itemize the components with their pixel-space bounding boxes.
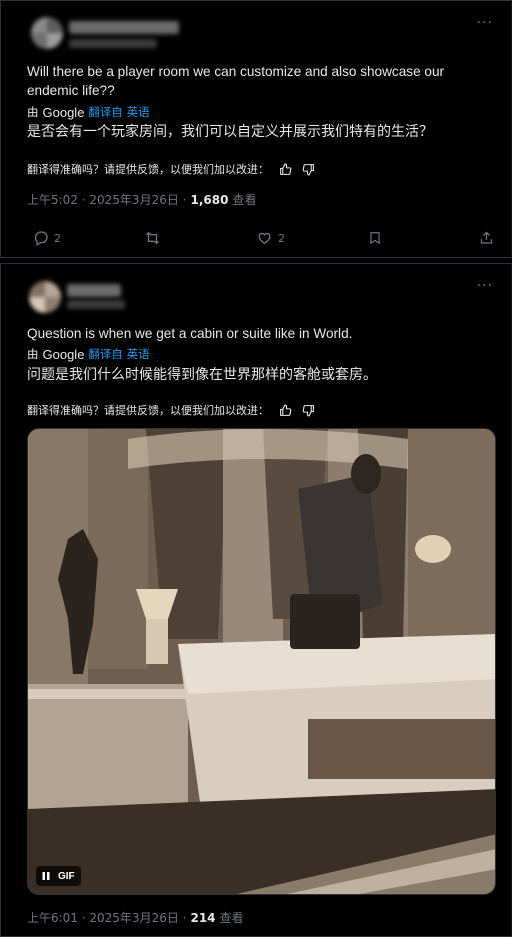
google-logo: Google (42, 346, 85, 362)
author-handle[interactable] (67, 300, 125, 309)
views-count: 1,680 (190, 192, 229, 207)
repost-icon (146, 231, 159, 245)
translated-from-link[interactable]: 翻译自 英语 (88, 346, 149, 362)
translated-from-link[interactable]: 翻译自 英语 (88, 104, 149, 120)
reply-icon (34, 231, 48, 246)
more-options-icon[interactable]: ··· (477, 278, 493, 294)
thumbs-up-icon[interactable] (279, 163, 292, 176)
bookmark-icon (370, 232, 380, 245)
gif-badge[interactable]: GIF (36, 866, 81, 886)
google-logo: Google (42, 104, 85, 120)
author-handle[interactable] (69, 39, 157, 48)
tweet-text: Question is when we get a cabin or suite… (27, 326, 353, 341)
translation-feedback: 翻译得准确吗？请提供反馈，以便我们加以改进： (27, 161, 315, 177)
gif-label: GIF (58, 870, 75, 882)
tweet-post-1[interactable]: ··· Will there be a player room we can c… (0, 0, 512, 258)
translated-by-label: 由 (27, 347, 39, 361)
heart-icon (258, 232, 271, 245)
thumbs-up-icon[interactable] (279, 404, 292, 417)
share-button[interactable] (479, 230, 494, 246)
thumbs-down-icon[interactable] (302, 163, 315, 176)
tweet-meta: 上午5:02 · 2025年3月26日 · 1,680 查看 (27, 191, 256, 208)
timestamp[interactable]: 上午5:02 · 2025年3月26日 · (27, 191, 186, 208)
translated-text: 是否会有一个玩家房间，我们可以自定义并展示我们特有的生活？ (27, 124, 433, 140)
share-icon (480, 231, 493, 244)
gif-media[interactable]: GIF (27, 428, 496, 895)
author-name[interactable] (69, 21, 179, 34)
timestamp[interactable]: 上午6:01 · 2025年3月26日 · (27, 909, 186, 926)
action-bar: 2 2 (1, 230, 512, 250)
reply-button[interactable]: 2 (33, 230, 61, 246)
views-label: 查看 (232, 193, 257, 207)
translation-attribution: 由 Google 翻译自 英语 (27, 346, 150, 362)
like-count: 2 (278, 231, 285, 245)
translation-attribution: 由 Google 翻译自 英语 (27, 104, 150, 120)
tweet-meta: 上午6:01 · 2025年3月26日 · 214 查看 (27, 909, 244, 926)
feedback-prompt: 翻译得准确吗？请提供反馈，以便我们加以改进： (27, 163, 269, 176)
avatar[interactable] (31, 17, 63, 49)
reply-count: 2 (54, 231, 61, 245)
author-name[interactable] (67, 284, 121, 297)
bookmark-button[interactable] (368, 230, 382, 246)
gif-frame-image (28, 429, 495, 894)
feedback-prompt: 翻译得准确吗？请提供反馈，以便我们加以改进： (27, 404, 269, 417)
more-options-icon[interactable]: ··· (477, 15, 493, 31)
tweet-text: Will there be a player room we can custo… (27, 64, 445, 98)
thumbs-down-icon[interactable] (302, 404, 315, 417)
tweet-post-2[interactable]: ··· Question is when we get a cabin or s… (0, 263, 512, 937)
views-label: 查看 (219, 911, 244, 925)
views-count: 214 (190, 910, 216, 925)
translated-by-label: 由 (27, 105, 39, 119)
repost-button[interactable] (144, 230, 161, 246)
avatar[interactable] (29, 281, 61, 313)
pause-icon[interactable] (36, 866, 56, 886)
translation-feedback: 翻译得准确吗？请提供反馈，以便我们加以改进： (27, 402, 315, 418)
translated-text: 问题是我们什么时候能得到像在世界那样的客舱或套房。 (27, 367, 377, 383)
like-button[interactable]: 2 (256, 230, 285, 246)
